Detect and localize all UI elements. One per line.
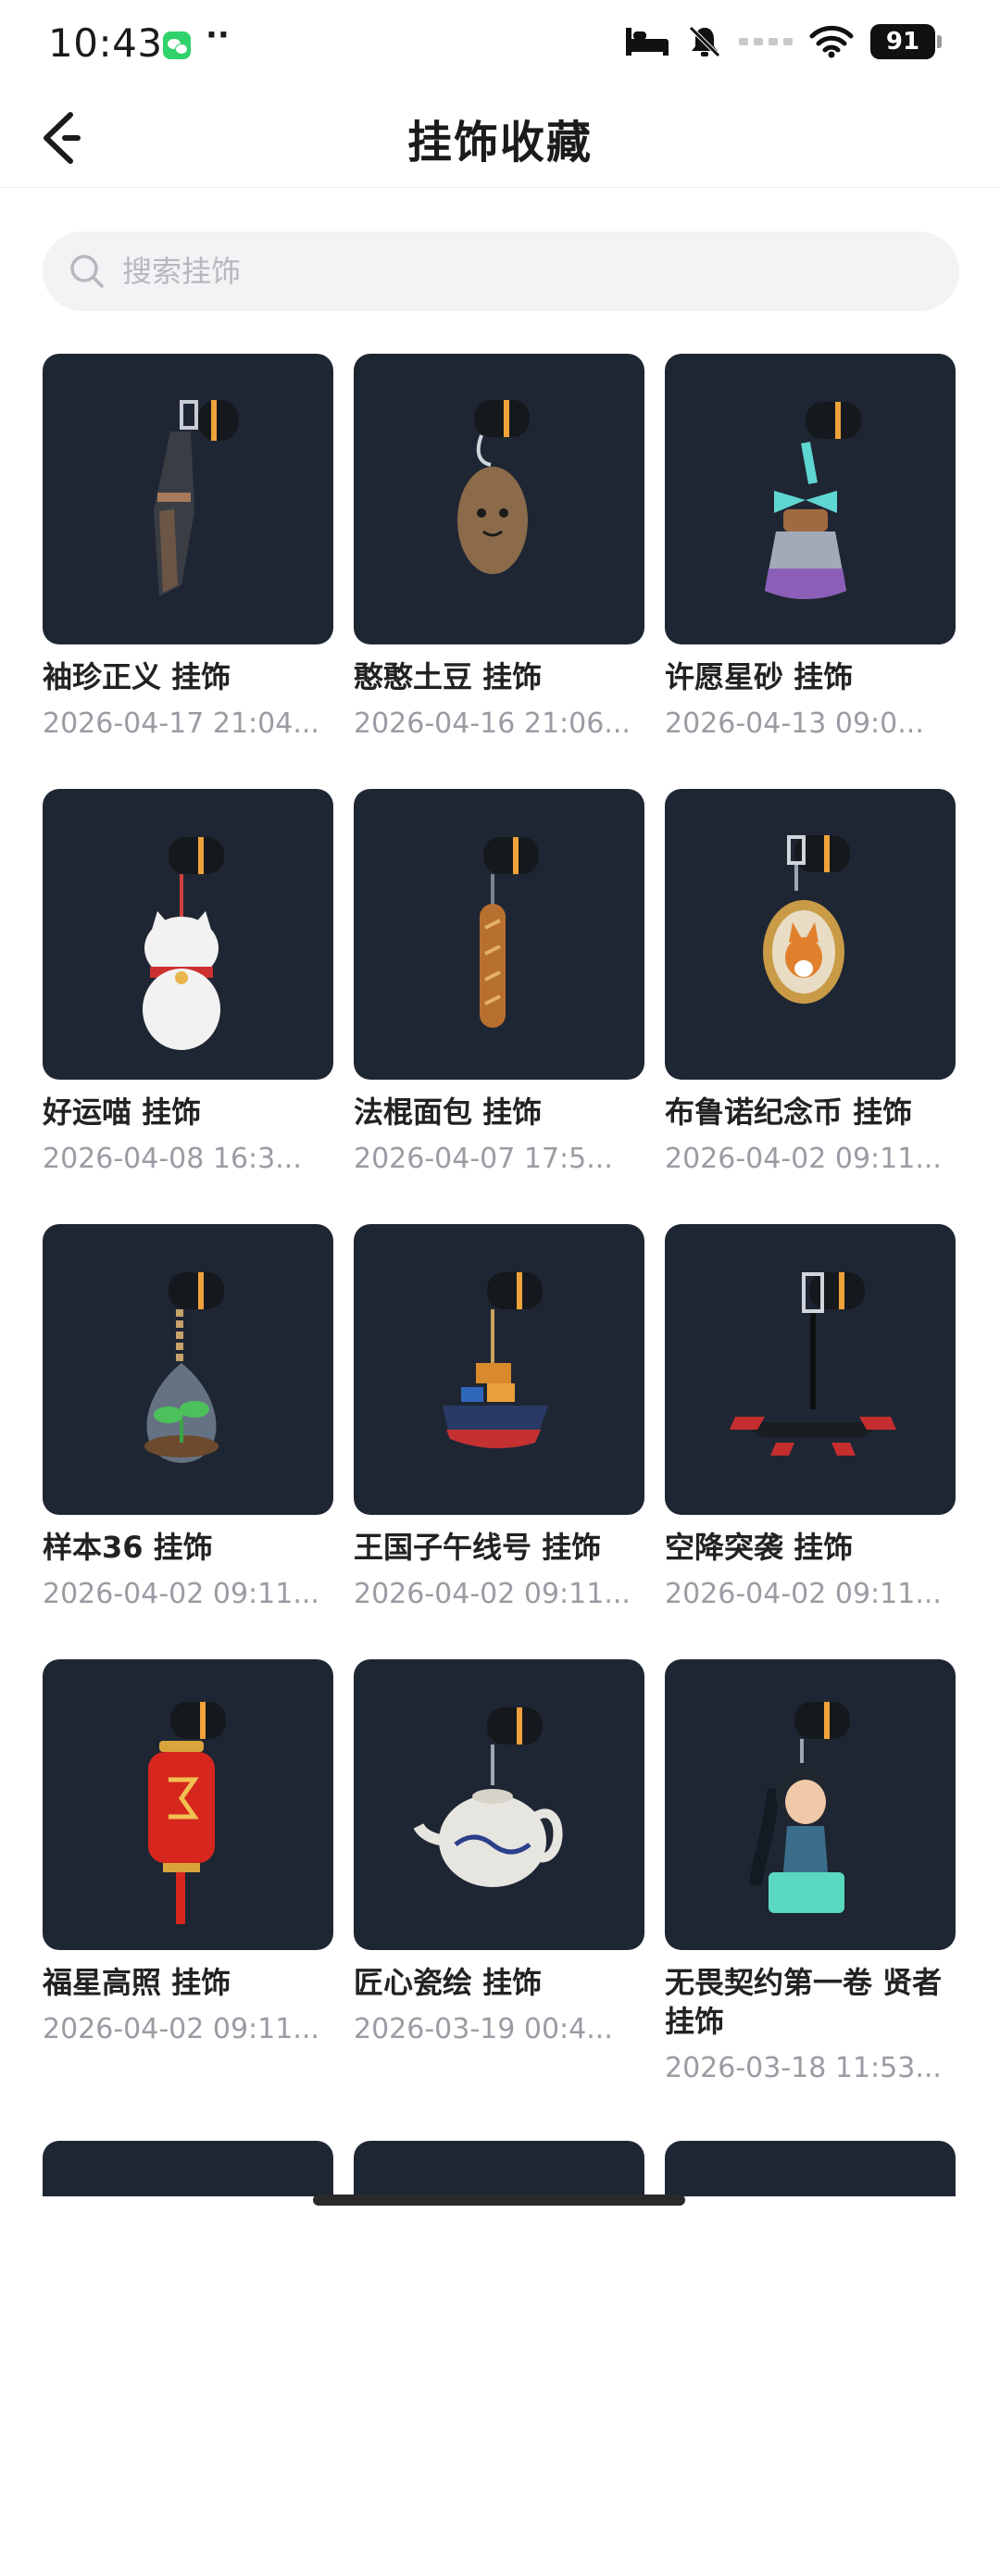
charm-card[interactable]: 匠心瓷绘 挂饰 2026-03-19 00:4... xyxy=(354,1659,644,2141)
pistol-charm-icon xyxy=(154,400,239,596)
charm-card[interactable]: 袖珍正义 挂饰 2026-04-17 21:04... xyxy=(43,354,333,789)
battery-icon: 91 xyxy=(870,24,942,59)
charm-thumbnail xyxy=(665,1224,956,1515)
charm-thumbnail xyxy=(43,789,333,1080)
nav-bar: 挂饰收藏 xyxy=(0,89,1000,188)
charm-grid: 袖珍正义 挂饰 2026-04-17 21:04... 憨憨土豆 挂饰 2026… xyxy=(43,354,959,2576)
charm-name: 袖珍正义 挂饰 xyxy=(43,659,231,694)
charm-card[interactable]: 王国子午线号 挂饰 2026-04-02 09:11... xyxy=(354,1224,644,1659)
charm-date: 2026-03-19 00:4... xyxy=(354,2013,613,2045)
charm-thumbnail xyxy=(354,354,644,644)
status-icons: 91 xyxy=(624,24,942,59)
charm-card[interactable]: 好运喵 挂饰 2026-04-08 16:3... xyxy=(43,789,333,1224)
charm-name: 福星高照 挂饰 xyxy=(43,1965,231,2000)
home-indicator[interactable] xyxy=(313,2195,685,2206)
charm-name: 王国子午线号 挂饰 xyxy=(354,1530,602,1565)
charm-card[interactable]: 无畏契约第一卷 贤者 挂饰 2026-03-18 11:53... xyxy=(665,1659,956,2141)
charm-date: 2026-04-02 09:11... xyxy=(665,1143,942,1175)
charm-card[interactable]: 福星高照 挂饰 2026-04-02 09:11... xyxy=(43,1659,333,2141)
charm-card[interactable]: 样本36 挂饰 2026-04-02 09:11... xyxy=(43,1224,333,1659)
potato-charm-icon xyxy=(457,400,530,574)
corgi-coin-charm-icon xyxy=(763,835,850,1004)
charm-date: 2026-04-08 16:3... xyxy=(43,1143,302,1175)
charm-thumbnail xyxy=(43,2141,333,2196)
charm-card[interactable] xyxy=(665,2141,956,2576)
signal-icon xyxy=(739,38,793,45)
charm-name: 样本36 挂饰 xyxy=(43,1530,213,1565)
star-sand-bottle-charm-icon xyxy=(765,402,861,599)
wifi-icon xyxy=(809,25,854,58)
charm-date: 2026-04-02 09:11... xyxy=(665,1578,942,1610)
charm-date: 2026-04-13 09:0... xyxy=(665,707,924,740)
charm-name: 法棍面包 挂饰 xyxy=(354,1094,543,1130)
charm-thumbnail xyxy=(354,789,644,1080)
lucky-cat-charm-icon xyxy=(143,837,224,1050)
charm-date: 2026-04-02 09:11... xyxy=(354,1578,631,1610)
charm-date: 2026-04-02 09:11... xyxy=(43,1578,319,1610)
charm-date: 2026-04-16 21:06... xyxy=(354,707,631,740)
ship-charm-icon xyxy=(443,1272,548,1449)
charm-thumbnail xyxy=(665,354,956,644)
charm-thumbnail xyxy=(43,1659,333,1950)
wechat-notification-icon xyxy=(163,31,191,59)
sage-figure-charm-icon xyxy=(749,1702,850,1913)
charm-name: 憨憨土豆 挂饰 xyxy=(354,659,543,694)
bed-icon xyxy=(626,28,669,56)
charm-thumbnail xyxy=(354,1659,644,1950)
charm-card[interactable]: 布鲁诺纪念币 挂饰 2026-04-02 09:11... xyxy=(665,789,956,1224)
more-dots-icon: ·· xyxy=(206,17,230,54)
page-title: 挂饰收藏 xyxy=(406,117,593,169)
charm-thumbnail xyxy=(665,1659,956,1950)
baguette-charm-icon xyxy=(480,837,539,1028)
status-bar: 10:43 ·· 91 xyxy=(0,0,1000,89)
charm-card[interactable]: 憨憨土豆 挂饰 2026-04-16 21:06... xyxy=(354,354,644,789)
charm-card[interactable]: 空降突袭 挂饰 2026-04-02 09:11... xyxy=(665,1224,956,1659)
search-input[interactable] xyxy=(120,253,939,290)
search-bar[interactable] xyxy=(43,231,959,311)
charm-thumbnail xyxy=(354,2141,644,2196)
mute-icon xyxy=(689,26,720,57)
sprout-terrarium-charm-icon xyxy=(144,1272,224,1463)
charm-thumbnail xyxy=(43,1224,333,1515)
search-icon xyxy=(70,255,104,288)
charm-date: 2026-03-18 11:53... xyxy=(665,2052,942,2084)
charm-date: 2026-04-17 21:04... xyxy=(43,707,319,740)
battery-level: 91 xyxy=(885,28,920,56)
charm-date: 2026-04-02 09:11... xyxy=(43,2013,319,2045)
charm-name: 空降突袭 挂饰 xyxy=(665,1530,854,1565)
charm-name: 布鲁诺纪念币 挂饰 xyxy=(665,1094,913,1130)
charm-name: 许愿星砂 挂饰 xyxy=(665,659,854,694)
teapot-charm-icon xyxy=(413,1707,563,1887)
charm-name: 无畏契约第一卷 贤者 挂饰 xyxy=(665,1965,943,2039)
red-lantern-charm-icon xyxy=(148,1702,226,1924)
charm-card[interactable] xyxy=(43,2141,333,2576)
charm-name: 匠心瓷绘 挂饰 xyxy=(354,1965,543,2000)
charm-date: 2026-04-07 17:5... xyxy=(354,1143,613,1175)
charm-card[interactable] xyxy=(354,2141,644,2576)
charm-card[interactable]: 许愿星砂 挂饰 2026-04-13 09:0... xyxy=(665,354,956,789)
status-time: 10:43 xyxy=(48,20,163,66)
drone-charm-icon xyxy=(730,1272,896,1456)
charm-thumbnail xyxy=(665,789,956,1080)
charm-name: 好运喵 挂饰 xyxy=(43,1094,202,1130)
charm-thumbnail xyxy=(43,354,333,644)
charm-thumbnail xyxy=(354,1224,644,1515)
charm-thumbnail xyxy=(665,2141,956,2196)
charm-card[interactable]: 法棍面包 挂饰 2026-04-07 17:5... xyxy=(354,789,644,1224)
